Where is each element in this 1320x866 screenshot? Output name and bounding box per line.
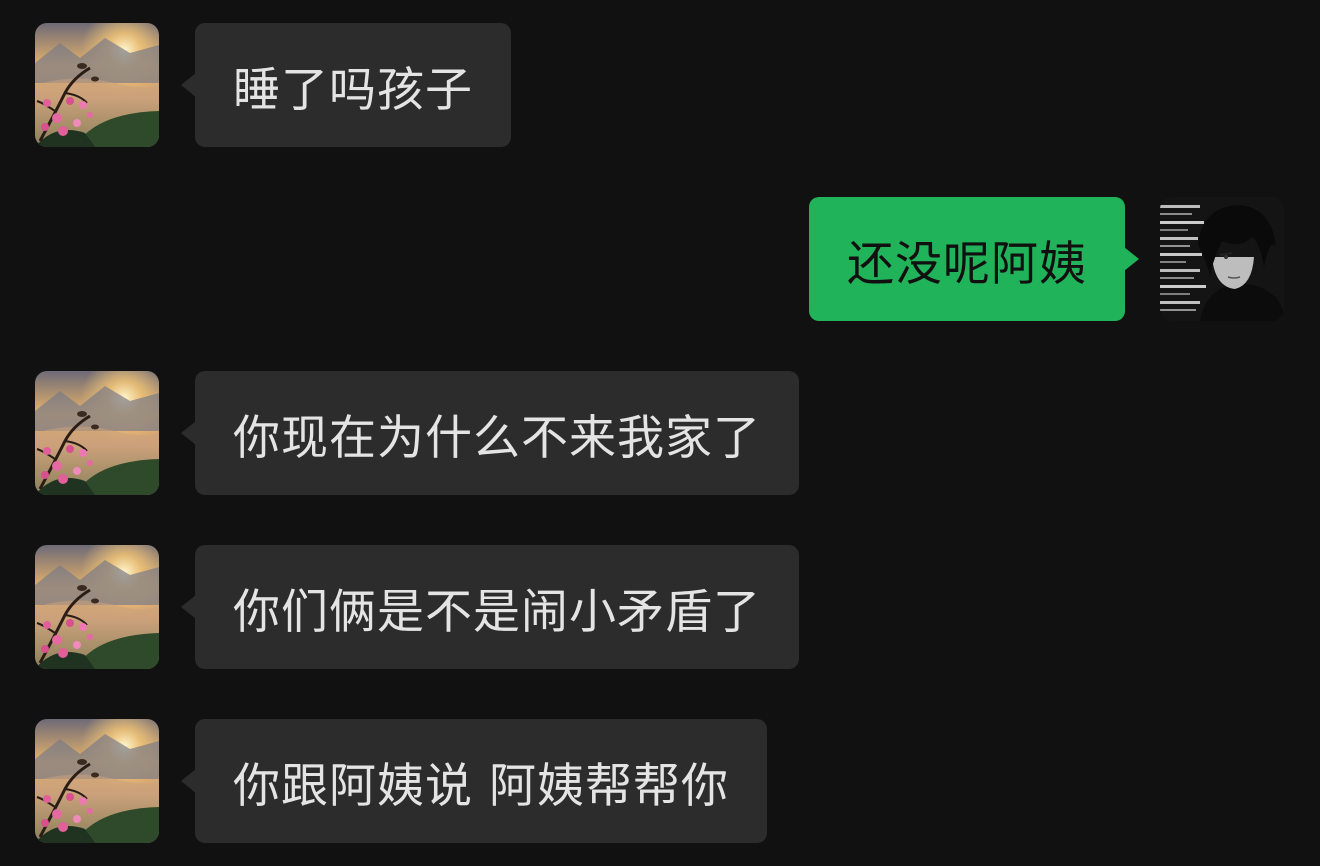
message-row-incoming: 睡了吗孩子 bbox=[0, 23, 1320, 147]
message-bubble-outgoing[interactable]: 还没呢阿姨 bbox=[809, 197, 1125, 321]
message-bubble-incoming[interactable]: 你们俩是不是闹小矛盾了 bbox=[195, 545, 799, 669]
message-bubble-incoming[interactable]: 睡了吗孩子 bbox=[195, 23, 511, 147]
peach-blossom-avatar-icon bbox=[35, 371, 159, 495]
bubble-tail bbox=[181, 421, 196, 445]
bubble-tail bbox=[181, 769, 196, 793]
message-text: 睡了吗孩子 bbox=[233, 62, 473, 118]
message-row-outgoing: 还没呢阿姨 bbox=[0, 197, 1320, 321]
message-text: 你跟阿姨说 阿姨帮帮你 bbox=[233, 758, 729, 814]
contact-avatar[interactable] bbox=[35, 719, 159, 843]
message-text: 还没呢阿姨 bbox=[847, 236, 1087, 292]
message-row-incoming: 你跟阿姨说 阿姨帮帮你 bbox=[0, 719, 1320, 843]
chat-window: 睡了吗孩子 还没呢阿姨 你现在为什么不来我家了 你们俩是不是闹小矛盾了 你跟阿姨… bbox=[0, 0, 1320, 866]
message-text: 你们俩是不是闹小矛盾了 bbox=[233, 584, 761, 640]
message-text: 你现在为什么不来我家了 bbox=[233, 410, 761, 466]
message-row-incoming: 你们俩是不是闹小矛盾了 bbox=[0, 545, 1320, 669]
peach-blossom-avatar-icon bbox=[35, 719, 159, 843]
message-bubble-incoming[interactable]: 你跟阿姨说 阿姨帮帮你 bbox=[195, 719, 767, 843]
bubble-tail bbox=[181, 595, 196, 619]
bubble-tail bbox=[1124, 247, 1139, 271]
anime-portrait-avatar-icon bbox=[1160, 197, 1284, 321]
message-bubble-incoming[interactable]: 你现在为什么不来我家了 bbox=[195, 371, 799, 495]
bubble-tail bbox=[181, 73, 196, 97]
contact-avatar[interactable] bbox=[35, 23, 159, 147]
peach-blossom-avatar-icon bbox=[35, 23, 159, 147]
my-avatar[interactable] bbox=[1160, 197, 1284, 321]
message-row-incoming: 你现在为什么不来我家了 bbox=[0, 371, 1320, 495]
contact-avatar[interactable] bbox=[35, 545, 159, 669]
peach-blossom-avatar-icon bbox=[35, 545, 159, 669]
contact-avatar[interactable] bbox=[35, 371, 159, 495]
